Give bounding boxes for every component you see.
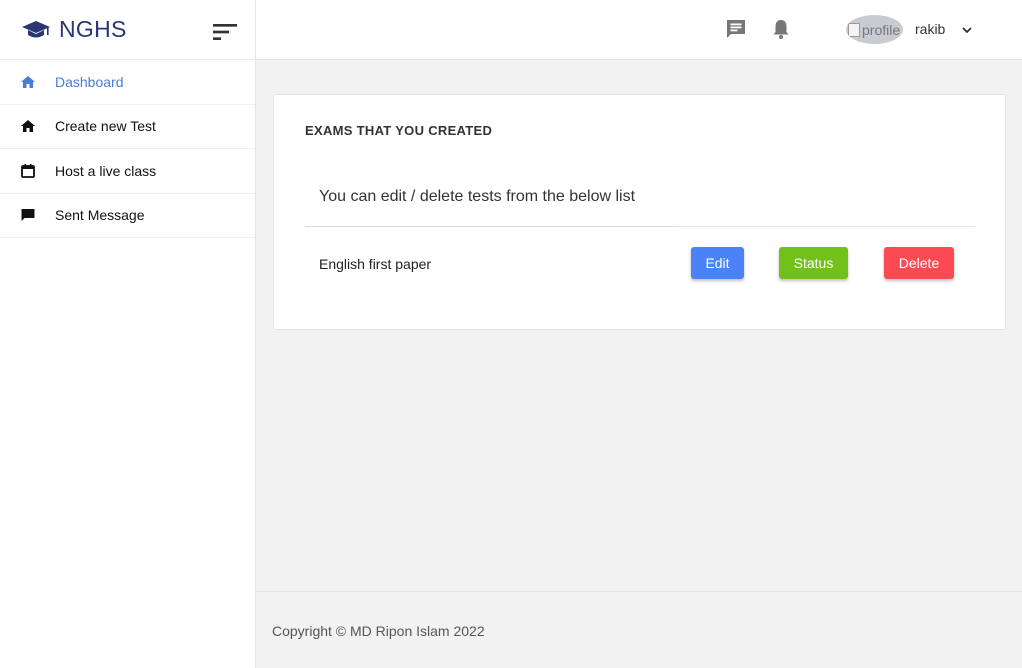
message-icon: [20, 207, 36, 223]
sidebar-item-label: Dashboard: [55, 73, 124, 90]
broken-image-icon: [848, 22, 860, 37]
card-title: EXAMS THAT YOU CREATED: [305, 123, 493, 138]
bell-icon[interactable]: [769, 17, 793, 41]
sidebar-item-label: Create new Test: [55, 118, 156, 135]
calendar-icon: [20, 163, 36, 179]
avatar[interactable]: profile: [846, 15, 903, 44]
footer: Copyright © MD Ripon Islam 2022: [256, 591, 1022, 668]
chat-icon[interactable]: [724, 17, 748, 41]
status-button[interactable]: Status: [779, 247, 848, 279]
sidebar-item-label: Sent Message: [55, 207, 145, 224]
sidebar-item-create-new-test[interactable]: Create new Test: [0, 105, 255, 149]
menu-toggle-icon[interactable]: [210, 20, 240, 44]
copyright-text: Copyright © MD Ripon Islam 2022: [272, 623, 485, 639]
brand[interactable]: NGHS: [0, 0, 255, 60]
sidebar-item-dashboard[interactable]: Dashboard: [0, 60, 255, 105]
sidebar-nav: Dashboard Create new Test Host a live cl…: [0, 60, 255, 238]
avatar-alt-text: profile: [862, 21, 901, 38]
edit-button[interactable]: Edit: [691, 247, 744, 279]
exam-name: English first paper: [319, 256, 432, 272]
home-icon: [20, 118, 36, 134]
brand-name: NGHS: [59, 16, 127, 42]
home-icon: [20, 74, 36, 90]
sidebar-item-label: Host a live class: [55, 162, 157, 179]
divider: [305, 226, 678, 227]
graduation-cap-icon: [22, 20, 50, 37]
username[interactable]: rakib: [915, 21, 945, 37]
sidebar: NGHS Dashboard Create new Test Host a li…: [0, 0, 256, 668]
delete-button[interactable]: Delete: [884, 247, 954, 279]
sidebar-item-host-live-class[interactable]: Host a live class: [0, 149, 255, 194]
exams-card: EXAMS THAT YOU CREATED You can edit / de…: [273, 94, 1006, 330]
card-subtitle: You can edit / delete tests from the bel…: [319, 188, 636, 205]
sidebar-item-sent-message[interactable]: Sent Message: [0, 194, 255, 238]
chevron-down-icon[interactable]: [960, 23, 974, 37]
topbar: profile rakib: [256, 0, 1022, 60]
